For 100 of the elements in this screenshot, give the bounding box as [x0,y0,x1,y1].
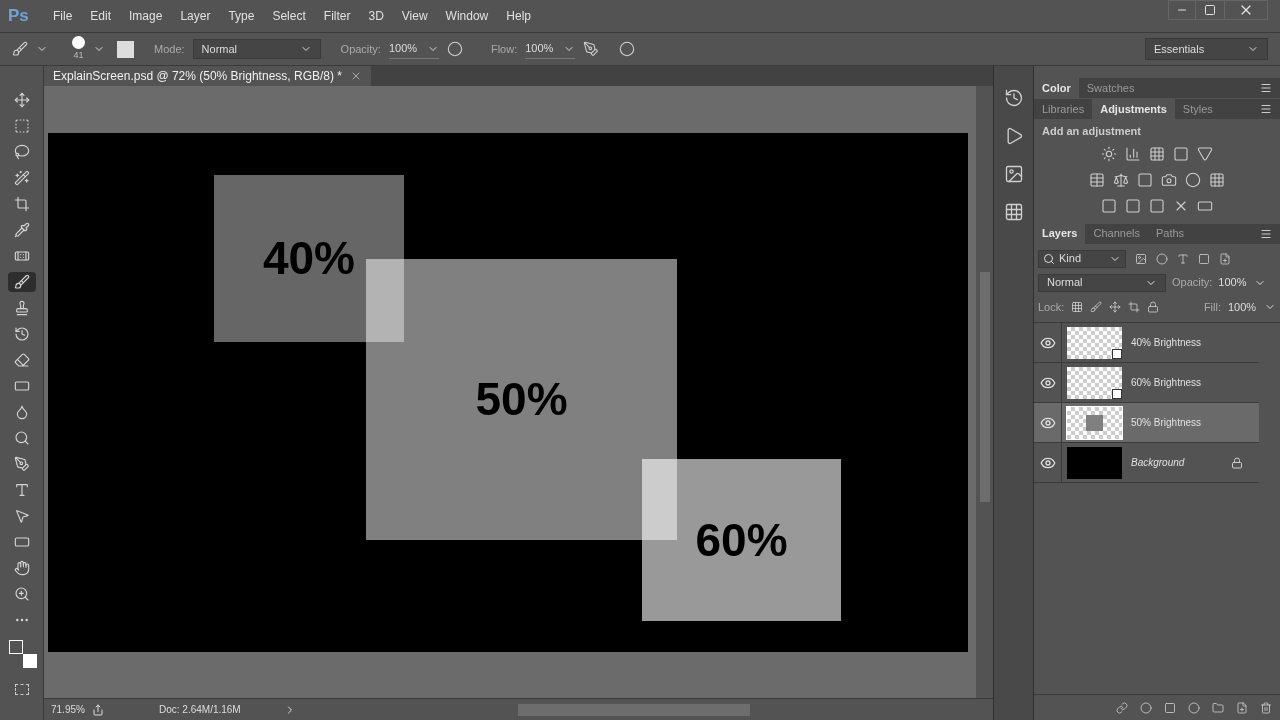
sun-icon[interactable] [1101,145,1117,162]
image-filter-icon[interactable] [1135,252,1147,265]
dashed-rectangle-icon [13,118,30,134]
menu-item[interactable]: Layer [171,7,220,25]
flow-field[interactable]: 100% [525,39,576,59]
menu-item[interactable]: 3D [359,7,393,25]
document-tab[interactable]: ExplainScreen.psd @ 72% (50% Brightness, RGB/8) * [44,66,371,86]
scale-icon[interactable] [1113,171,1129,188]
layer-thumbnail [1067,446,1122,479]
stamp-icon [13,300,30,316]
panel-menu-icon[interactable] [1260,227,1272,240]
brush-panel-icon[interactable] [117,40,134,58]
foreground-color-swatch[interactable] [8,640,23,654]
search-icon [1043,252,1055,265]
percent-label: 40% [262,231,355,287]
smart-object-badge [1112,388,1122,399]
lasso-icon [13,144,30,160]
workspace-dropdown[interactable]: Essentials [1145,38,1268,60]
menu-item[interactable]: File [44,7,82,25]
close-button[interactable] [1224,0,1268,20]
layer-filter-dropdown[interactable]: Kind [1038,249,1126,268]
rectangle-icon [13,534,30,550]
hand-icon [13,560,30,576]
mode-dropdown[interactable]: Normal [192,39,321,59]
brush-icon [13,274,30,290]
panel-menu-icon[interactable] [1260,103,1272,115]
maximize-button[interactable] [1196,0,1224,20]
link-icon[interactable] [1116,701,1128,714]
filter-value: Kind [1059,251,1082,267]
triangle-icon[interactable] [1197,145,1213,162]
flow-label: Flow: [490,41,518,57]
history-brush-icon [13,326,30,342]
panel-tab[interactable]: Adjustments [1092,99,1175,119]
type-icon [13,482,30,498]
layer-row[interactable]: 40% Brightness [1034,323,1259,363]
lock-brush-icon[interactable] [1090,300,1103,313]
folder-icon[interactable] [1212,701,1224,714]
menu-item[interactable]: Window [436,7,498,25]
half-filled-square-icon[interactable] [1137,171,1153,188]
menu-item[interactable]: Help [497,7,540,25]
crop-icon [13,196,30,212]
panel-menu-icon[interactable] [1260,82,1272,94]
brush-icon[interactable] [12,41,28,57]
lock-icon[interactable] [1147,300,1160,313]
camera-icon[interactable] [1161,171,1177,188]
trash-icon[interactable] [1260,701,1272,714]
export-icon[interactable] [92,703,104,716]
smart-object-badge [1112,348,1122,359]
thumbnail-square [1086,414,1103,431]
fill-label: Fill: [1203,299,1221,315]
brush-size: 41 [73,48,84,62]
panel-tab[interactable]: Layers [1034,223,1086,244]
lock-icon[interactable] [1231,456,1243,469]
layer-row[interactable]: Background [1034,443,1259,483]
layer-opacity-field[interactable]: 100% [1218,274,1267,291]
histogram-icon[interactable] [1125,145,1141,162]
app-logo: Ps [7,5,30,28]
layer-row[interactable]: 60% Brightness [1034,363,1259,403]
bandage-icon [13,248,30,264]
menu-item[interactable]: View [392,7,437,25]
minimize-button[interactable] [1168,0,1196,20]
menu-item[interactable]: Select [263,7,315,25]
menu-item[interactable]: Filter [314,7,360,25]
menu-item[interactable]: Type [219,7,264,25]
layer-row[interactable]: 50% Brightness [1034,403,1259,443]
eyedropper-icon [13,222,30,238]
lock-label: Lock: [1038,299,1065,315]
percent-label: 60% [695,512,788,568]
eraser-icon [13,352,30,368]
lock-move-icon[interactable] [1109,300,1122,313]
menu-item[interactable]: Image [120,7,172,25]
arrow-pointer-icon [13,508,30,524]
background-color-swatch[interactable] [22,654,37,668]
move-icon [13,92,30,108]
brush-preview-icon[interactable] [72,35,85,49]
opacity-label: Opacity: [1172,275,1213,291]
quick-mask-icon[interactable] [14,684,29,695]
panel-tab[interactable]: Color [1034,78,1079,98]
tool-button[interactable] [7,272,36,292]
close-icon[interactable] [350,70,362,82]
opacity-label: Opacity: [340,41,381,57]
type-filter-icon[interactable] [1177,252,1189,265]
layer-name: 40% Brightness [1131,336,1202,350]
fill-field[interactable]: 100% [1228,298,1276,315]
opacity-field[interactable]: 100% [388,39,439,59]
layer-name: 60% Brightness [1131,376,1202,390]
menu-item[interactable]: Edit [81,7,121,25]
document-title: ExplainScreen.psd @ 72% (50% Brightness, RGB/8) * [53,68,342,85]
document-size: Doc: 2.64M/1.16M [159,703,242,717]
pen-icon [13,456,30,472]
mode-label: Mode: [154,41,185,57]
zoom-level[interactable]: 71.95% [44,702,92,717]
percent-label: 50% [475,372,568,428]
layer-name: Background [1131,456,1185,470]
zoom-icon [13,586,30,602]
adjustments-title: Add an adjustment [1041,124,1142,139]
blend-mode-dropdown[interactable]: Normal [1038,273,1166,292]
grid-icon[interactable] [1209,171,1225,188]
maximize-icon [1204,4,1216,16]
history-icon[interactable] [1003,88,1024,108]
